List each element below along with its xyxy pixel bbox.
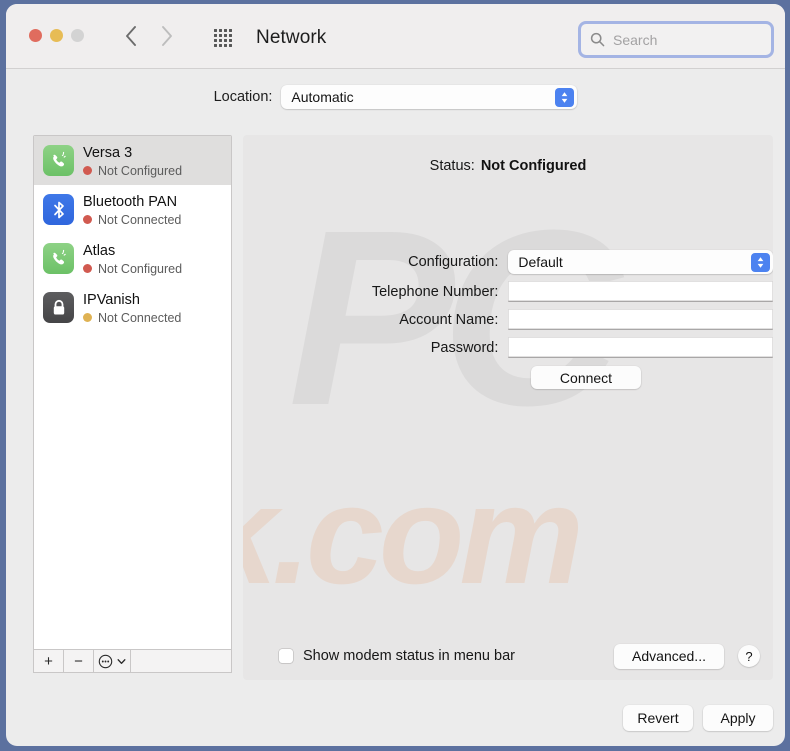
location-value: Automatic — [291, 89, 354, 105]
traffic-lights — [29, 29, 84, 42]
show-modem-status-label: Show modem status in menu bar — [303, 648, 515, 664]
service-status: Not Configured — [83, 164, 182, 178]
panel-bottom-row: Show modem status in menu bar Advanced..… — [243, 643, 773, 669]
list-item-text: Bluetooth PAN Not Connected — [83, 193, 181, 227]
location-stepper-chevron-icon[interactable] — [555, 87, 575, 107]
connect-button[interactable]: Connect — [531, 366, 641, 389]
status-row: Status: Not Configured — [243, 158, 773, 174]
screenshot-frame: Network Search Location: Automatic Versa… — [0, 0, 790, 751]
service-name: Bluetooth PAN — [83, 193, 178, 210]
window-actions: Revert Apply — [623, 705, 773, 731]
show-modem-status-checkbox[interactable] — [279, 649, 293, 663]
form-row-configuration: Configuration: Default — [243, 250, 773, 274]
service-name: Versa 3 — [83, 144, 133, 161]
remove-service-button[interactable]: − — [64, 650, 94, 672]
back-chevron-icon[interactable] — [124, 24, 138, 48]
forward-chevron-icon[interactable] — [160, 24, 174, 48]
show-all-preferences-grid-icon[interactable] — [214, 29, 236, 47]
navigation-arrows — [124, 24, 174, 48]
account-name-input[interactable] — [508, 309, 773, 330]
status-dot-red — [83, 264, 92, 273]
vpn-lock-icon — [43, 292, 74, 323]
service-name: Atlas — [83, 242, 116, 259]
page-title: Network — [256, 27, 327, 48]
advanced-button[interactable]: Advanced... — [614, 643, 724, 669]
list-item[interactable]: IPVanish Not Connected — [34, 283, 231, 332]
service-status: Not Connected — [83, 213, 181, 227]
preferences-body: Versa 3 Not Configured Bluetooth PAN Not… — [6, 125, 785, 746]
search-icon — [590, 32, 605, 47]
connect-row: Connect — [243, 366, 773, 389]
list-item-text: IPVanish Not Connected — [83, 291, 181, 325]
service-detail-panel: PC risk.com Status: Not Configured Confi… — [243, 135, 773, 680]
ellipsis-circle-icon — [98, 654, 112, 668]
status-dot-red — [83, 215, 92, 224]
password-label: Password: — [430, 339, 499, 356]
form-row-account: Account Name: — [243, 309, 773, 330]
title-bar: Network Search — [6, 4, 785, 69]
network-services-list[interactable]: Versa 3 Not Configured Bluetooth PAN Not… — [33, 135, 232, 659]
search-field[interactable]: Search — [578, 21, 774, 58]
service-actions-menu-button[interactable] — [94, 650, 131, 672]
status-label: Status: — [429, 158, 475, 174]
list-item-text: Versa 3 Not Configured — [83, 144, 182, 178]
location-row: Location: Automatic — [6, 69, 785, 125]
status-label: Not Connected — [98, 212, 182, 227]
location-select[interactable]: Automatic — [281, 85, 578, 109]
service-status: Not Configured — [83, 262, 182, 276]
revert-button[interactable]: Revert — [623, 705, 693, 731]
list-item-text: Atlas Not Configured — [83, 242, 182, 276]
minimize-button[interactable] — [50, 29, 63, 42]
connection-form: Configuration: Default Telephone Number:… — [243, 250, 773, 389]
form-row-telephone: Telephone Number: — [243, 281, 773, 302]
telephone-number-input[interactable] — [508, 281, 773, 302]
status-dot-amber — [83, 313, 92, 322]
configuration-stepper-chevron-icon[interactable] — [751, 252, 770, 272]
password-input[interactable] — [508, 337, 773, 358]
status-dot-red — [83, 166, 92, 175]
chevron-down-icon — [117, 658, 125, 664]
status-label: Not Connected — [98, 310, 182, 325]
network-preferences-window: Network Search Location: Automatic Versa… — [6, 4, 785, 746]
zoom-button — [71, 29, 84, 42]
location-label: Location: — [213, 89, 273, 105]
watermark-risk: risk.com — [243, 456, 584, 613]
apply-button[interactable]: Apply — [703, 705, 773, 731]
list-item[interactable]: Versa 3 Not Configured — [34, 136, 231, 185]
help-button[interactable]: ? — [738, 645, 760, 667]
configuration-select[interactable]: Default — [508, 250, 773, 274]
configuration-value: Default — [518, 254, 563, 270]
add-service-button[interactable]: + — [34, 650, 64, 672]
connect-spacer — [243, 366, 531, 389]
modem-phone-icon — [43, 145, 74, 176]
configuration-label: Configuration: — [408, 254, 499, 270]
list-item[interactable]: Atlas Not Configured — [34, 234, 231, 283]
telephone-number-label: Telephone Number: — [371, 283, 499, 300]
modem-phone-icon — [43, 243, 74, 274]
bluetooth-icon — [43, 194, 74, 225]
service-status: Not Connected — [83, 311, 181, 325]
services-toolbar: + − — [33, 649, 232, 673]
status-label: Not Configured — [98, 261, 183, 276]
form-row-password: Password: — [243, 337, 773, 358]
status-label: Not Configured — [98, 163, 183, 178]
search-placeholder: Search — [613, 31, 658, 48]
account-name-label: Account Name: — [399, 311, 499, 328]
status-value: Not Configured — [480, 158, 587, 174]
service-name: IPVanish — [83, 291, 140, 308]
list-item[interactable]: Bluetooth PAN Not Connected — [34, 185, 231, 234]
close-button[interactable] — [29, 29, 42, 42]
toolbar-filler — [131, 650, 231, 672]
